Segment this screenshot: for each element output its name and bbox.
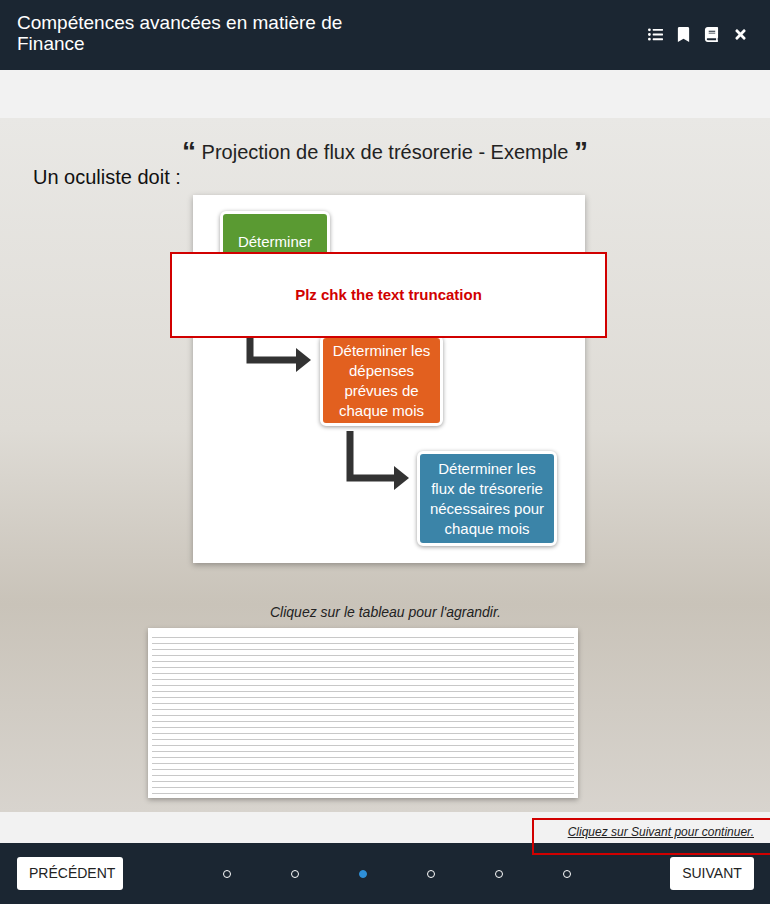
course-title: Compétences avancées en matière de Finan… — [17, 12, 377, 54]
header: Compétences avancées en matière de Finan… — [0, 0, 770, 70]
progress-dot[interactable] — [495, 870, 503, 878]
progress-dot[interactable] — [291, 870, 299, 878]
table-thumbnail[interactable] — [148, 628, 578, 798]
slide-title: “ Projection de flux de trésorerie - Exe… — [0, 118, 770, 166]
step-box: Déterminer les dépenses prévues de chaqu… — [320, 335, 443, 426]
resources-book-icon[interactable] — [704, 27, 719, 42]
top-band — [0, 70, 770, 118]
slide: “ Projection de flux de trésorerie - Exe… — [0, 118, 770, 812]
footer: PRÉCÉDENT SUIVANT — [0, 843, 770, 904]
previous-button[interactable]: PRÉCÉDENT — [17, 857, 123, 890]
bookmark-icon[interactable] — [677, 27, 690, 42]
annotation-box: Plz chk the text truncation — [170, 252, 607, 338]
progress-dot[interactable] — [563, 870, 571, 878]
continue-annotation-box — [532, 818, 770, 855]
step-box: Déterminer les flux de trésorerie nécess… — [417, 451, 557, 546]
table-hint: Cliquez sur le tableau pour l'agrandir. — [270, 602, 770, 623]
intro-text: Un oculiste doit : — [0, 164, 770, 190]
bottom-band: Cliquez sur Suivant pour continuer. — [0, 812, 770, 843]
progress-dots — [223, 870, 571, 878]
continue-hint: Cliquez sur Suivant pour continuer. — [568, 823, 754, 841]
next-button[interactable]: SUIVANT — [670, 857, 754, 890]
close-icon[interactable] — [733, 27, 748, 42]
menu-list-icon[interactable] — [648, 27, 663, 42]
toolbar — [648, 12, 748, 42]
progress-dot[interactable] — [223, 870, 231, 878]
progress-dot[interactable] — [359, 870, 367, 878]
app: Compétences avancées en matière de Finan… — [0, 0, 770, 904]
diagram-card: Déterminer lesDéterminer les dépenses pr… — [193, 195, 585, 563]
progress-dot[interactable] — [427, 870, 435, 878]
